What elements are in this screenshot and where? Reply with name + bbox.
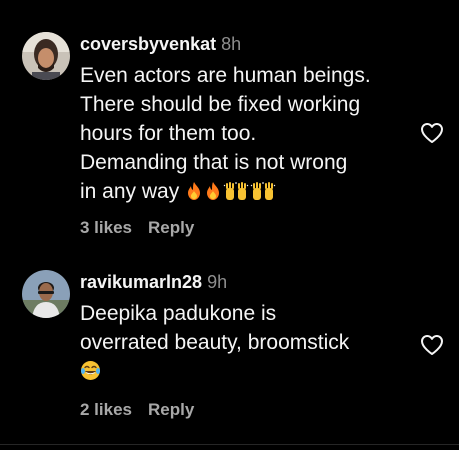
heart-outline-icon[interactable] <box>420 122 444 144</box>
comment-line: in any way <box>80 180 180 203</box>
fire-icon <box>185 180 203 209</box>
timestamp: 9h <box>207 272 228 292</box>
comment-line-last <box>80 357 410 389</box>
comment-text: Deepika padukone is overrated beauty, br… <box>80 299 410 389</box>
raising-hands-icon <box>223 180 249 209</box>
comment-actions: 2 likes Reply <box>80 400 194 420</box>
comment-line: Even actors are human beings. <box>80 64 371 87</box>
face-with-tears-of-joy-icon <box>80 360 101 389</box>
comment-line: Deepika padukone is <box>80 302 277 325</box>
divider <box>0 444 459 445</box>
comment-actions: 3 likes Reply <box>80 218 194 238</box>
comment-line: There should be fixed working <box>80 93 361 116</box>
comment-header: coversbyvenkat 8h <box>80 30 241 58</box>
likes-count[interactable]: 2 likes <box>80 400 132 419</box>
raising-hands-icon <box>250 180 276 209</box>
comment-line: Demanding that is not wrong <box>80 151 348 174</box>
heart-outline-icon[interactable] <box>420 334 444 356</box>
username[interactable]: ravikumarln28 <box>80 272 202 292</box>
comment-line: overrated beauty, broomstick <box>80 331 350 354</box>
reply-button[interactable]: Reply <box>148 218 194 237</box>
avatar[interactable] <box>22 270 70 318</box>
avatar[interactable] <box>22 32 70 80</box>
comment-line-last: in any way <box>80 177 410 209</box>
comment-header: ravikumarln28 9h <box>80 268 227 296</box>
comment-text: Even actors are human beings. There shou… <box>80 61 410 209</box>
username[interactable]: coversbyvenkat <box>80 34 216 54</box>
timestamp: 8h <box>221 34 242 54</box>
reply-button[interactable]: Reply <box>148 400 194 419</box>
comment-line: hours for them too. <box>80 122 257 145</box>
likes-count[interactable]: 3 likes <box>80 218 132 237</box>
fire-icon <box>204 180 222 209</box>
